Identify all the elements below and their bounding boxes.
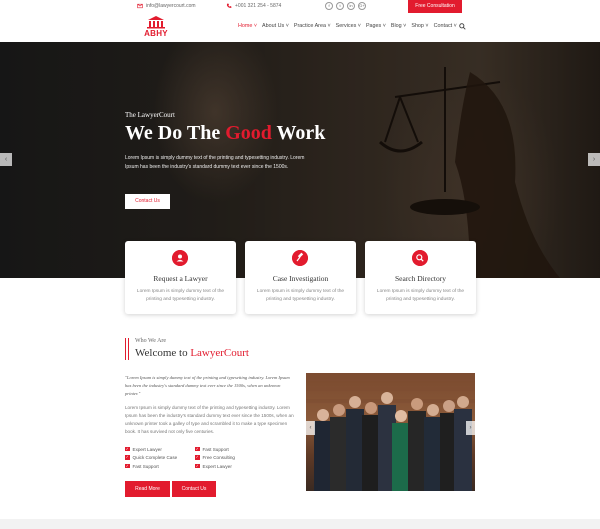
feature-item: ✓ Fast Support: [195, 446, 265, 452]
nav-home-label: Home: [238, 23, 253, 29]
nav-shop-label: Shop: [411, 23, 424, 29]
read-more-button[interactable]: Read More: [125, 481, 170, 497]
check-icon: ✓: [195, 446, 200, 452]
nav-about-us[interactable]: About Us ˅: [262, 23, 289, 29]
card-title: Request a Lawyer: [153, 274, 208, 283]
nav-practice-label: Practice Area: [293, 23, 326, 29]
hero-subtitle: The LawyerCourt: [125, 111, 175, 119]
feature-label: Fast Support: [202, 446, 229, 452]
phone-text: +001 321 254 - 5874: [235, 3, 282, 9]
facebook-icon[interactable]: f: [325, 2, 333, 10]
free-consultation-button[interactable]: Free Consultation: [408, 0, 462, 13]
nav-home[interactable]: Home ˅: [238, 23, 257, 29]
topbar-email[interactable]: info@lawyercourt.com: [137, 3, 196, 9]
hero-title-highlight: Good: [225, 122, 272, 144]
top-bar: info@lawyercourt.com +001 321 254 - 5874…: [0, 0, 600, 13]
email-text: info@lawyercourt.com: [146, 3, 196, 9]
feature-item: ✓ Expert Lawyer: [125, 446, 195, 452]
google-plus-icon[interactable]: G+: [358, 2, 366, 10]
card-description: Lorem Ipsum is simply dummy text of the …: [256, 289, 345, 302]
search-icon: [412, 250, 428, 266]
feature-label: Expert Lawyer: [202, 463, 232, 469]
logo[interactable]: ABHY: [141, 15, 171, 40]
section-accent-bar: [125, 338, 129, 360]
team-photo: ‹ ›: [306, 373, 475, 491]
feature-item: ✓ Expert Lawyer: [195, 463, 265, 469]
feature-item: ✓ Quick Complete Case: [125, 455, 195, 461]
linkedin-icon[interactable]: in: [347, 2, 355, 10]
hero-title-post: Work: [271, 122, 326, 144]
check-icon: ✓: [195, 455, 200, 460]
search-icon[interactable]: [459, 23, 466, 30]
hero-title: We Do The Good Work: [125, 122, 325, 145]
nav-practice-area[interactable]: Practice Area ˅: [294, 23, 331, 29]
nav-contact[interactable]: Contact ˅: [434, 23, 457, 29]
nav-shop[interactable]: Shop ˅: [411, 23, 428, 29]
hero-prev-arrow[interactable]: ‹: [0, 153, 12, 166]
check-icon: ✓: [125, 446, 130, 452]
nav-pages[interactable]: Pages ˅: [366, 23, 386, 29]
next-section-strip: [0, 519, 600, 529]
check-icon: ✓: [195, 463, 200, 469]
nav-blog[interactable]: Blog ˅: [391, 23, 406, 29]
card-description: Lorem Ipsum is simply dummy text of the …: [376, 289, 465, 302]
feature-item: ✓ Free Consulting: [195, 455, 265, 461]
hero-title-pre: We Do The: [125, 122, 226, 144]
card-request-lawyer[interactable]: Request a Lawyer Lorem Ipsum is simply d…: [125, 241, 236, 314]
about-paragraph: Lorem Ipsum is simply dummy text of the …: [125, 405, 294, 434]
card-search-directory[interactable]: Search Directory Lorem Ipsum is simply d…: [365, 241, 476, 314]
about-title: Welcome to LawyerCourt: [135, 347, 249, 359]
nav-about-label: About Us: [262, 23, 285, 29]
main-nav: Home ˅ About Us ˅ Practice Area ˅ Servic…: [238, 23, 457, 29]
logo-text: ABHY: [144, 29, 168, 38]
card-description: Lorem Ipsum is simply dummy text of the …: [136, 289, 225, 302]
nav-services[interactable]: Services ˅: [336, 23, 361, 29]
courthouse-icon: [147, 16, 165, 29]
about-title-pre: Welcome to: [135, 347, 191, 359]
phone-icon: [226, 3, 232, 8]
feature-label: Quick Complete Case: [132, 455, 178, 460]
nav-services-label: Services: [335, 23, 357, 29]
topbar-phone[interactable]: +001 321 254 - 5874: [226, 3, 281, 9]
header: ABHY Home ˅ About Us ˅ Practice Area ˅ S…: [0, 13, 600, 42]
twitter-icon[interactable]: t: [336, 2, 344, 10]
photo-next-arrow[interactable]: ›: [466, 421, 475, 435]
photo-prev-arrow[interactable]: ‹: [306, 421, 315, 435]
feature-list: ✓ Expert Lawyer ✓ Fast Support ✓ Quick Comp…: [125, 446, 275, 469]
social-links: f t in G+: [325, 2, 366, 10]
card-title: Search Directory: [394, 274, 447, 283]
check-icon: ✓: [125, 455, 130, 460]
nav-pages-label: Pages: [365, 23, 382, 29]
feature-label: Expert Lawyer: [132, 446, 162, 452]
about-contact-button[interactable]: Contact Us: [172, 481, 216, 497]
hero-description: Lorem Ipsum is simply dummy text of the …: [125, 155, 305, 170]
team-photo-image: [306, 373, 475, 491]
feature-label: Free Consulting: [202, 455, 235, 460]
nav-contact-label: Contact: [433, 23, 453, 29]
person-icon: [172, 250, 188, 266]
card-case-investigation[interactable]: Case Investigation Lorem Ipsum is simply…: [245, 241, 356, 314]
mail-icon: [137, 3, 143, 9]
about-title-highlight: LawyerCourt: [190, 347, 249, 359]
feature-item: ✓ Fast Support: [125, 463, 195, 469]
nav-blog-label: Blog: [390, 23, 402, 29]
page: info@lawyercourt.com +001 321 254 - 5874…: [0, 0, 600, 529]
feature-label: Fast Support: [132, 463, 159, 469]
hero-contact-button[interactable]: Contact Us: [125, 194, 170, 209]
hero-next-arrow[interactable]: ›: [588, 153, 600, 166]
about-subtitle: Who We Are: [135, 338, 167, 344]
about-quote: "Lorem Ipsum is simply dummy text of the…: [125, 375, 290, 396]
gavel-icon: [292, 250, 308, 266]
card-title: Case Investigation: [272, 274, 329, 283]
check-icon: ✓: [125, 463, 130, 469]
